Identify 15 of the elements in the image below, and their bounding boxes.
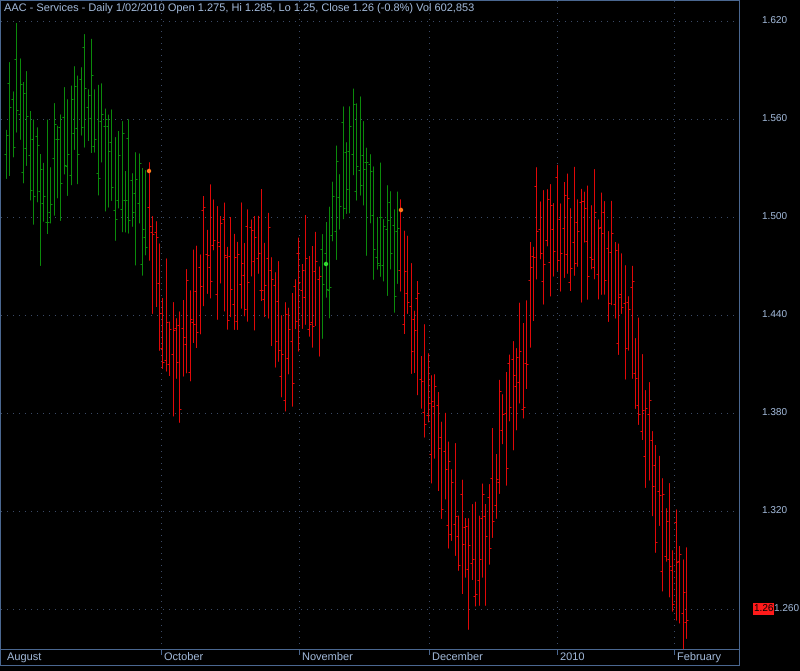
price-axis-label: 1.380	[762, 407, 788, 419]
price-axis-label: 1.260	[774, 603, 800, 615]
price-axis-label: 1.620	[762, 15, 788, 27]
time-axis-label: November	[302, 651, 353, 663]
time-axis-label: 2010	[560, 651, 584, 663]
price-axis-label: 1.440	[762, 309, 788, 321]
time-axis-label: August	[7, 651, 42, 663]
last-price-tag: 1.26	[753, 603, 774, 615]
time-axis-label: October	[164, 651, 204, 663]
time-axis-label: December	[432, 651, 483, 663]
chart-title: AAC - Services - Daily 1/02/2010 Open 1.275, Hi 1.285, Lo 1.25, Close 1.26 (-0.8%) Vol 602,853	[4, 2, 474, 14]
time-axis-label: February	[677, 651, 722, 663]
price-axis-label: 1.560	[762, 113, 788, 125]
price-axis-label: 1.320	[762, 505, 788, 517]
price-axis-label: 1.500	[762, 211, 788, 223]
